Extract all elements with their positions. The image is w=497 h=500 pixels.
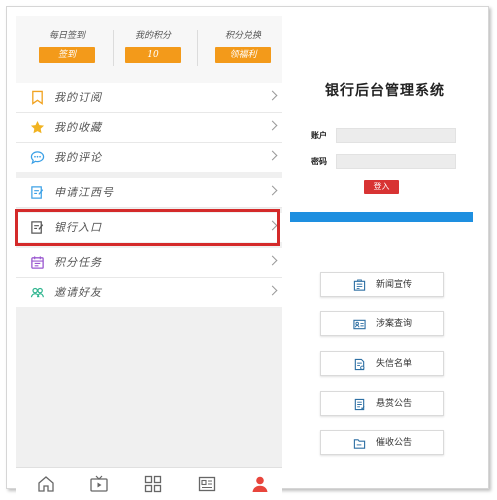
password-input[interactable] (336, 154, 456, 169)
edit-icon (31, 186, 44, 199)
phone-profile-panel: 每日签到 签到 我的积分 10 积分兑换 领福利 我的订阅 我的收藏 我的评论 … (16, 16, 282, 500)
chevron-right-icon (267, 150, 278, 161)
menu-item-apply-jiangxi[interactable]: 申请江西号 (16, 178, 282, 207)
chevron-right-icon (267, 90, 278, 101)
news-publicity-label: 新闻宣传 (376, 280, 413, 290)
profile-icon[interactable] (250, 474, 270, 494)
login-button[interactable]: 登入 (364, 180, 399, 194)
my-points-label: 我的积分 (134, 31, 171, 41)
reward-notice-button[interactable]: 悬赏公告 (320, 391, 444, 416)
friends-icon (30, 287, 45, 298)
dishonest-list-label: 失信名单 (376, 359, 413, 369)
menu-item-subscriptions[interactable]: 我的订阅 (16, 83, 282, 112)
divider (113, 30, 114, 66)
menu-item-favorites[interactable]: 我的收藏 (16, 113, 282, 142)
star-icon (30, 120, 45, 134)
admin-title: 银行后台管理系统 (325, 83, 445, 99)
points-value-button[interactable]: 10 (125, 47, 181, 63)
password-label: 密码 (311, 157, 327, 166)
home-icon[interactable] (36, 474, 56, 494)
folder-icon (353, 439, 366, 449)
points-exchange-label: 积分兑换 (224, 31, 261, 41)
comment-icon (30, 151, 45, 165)
grid-icon[interactable] (143, 474, 163, 494)
chevron-right-icon (267, 285, 278, 296)
case-query-label: 涉案查询 (376, 319, 413, 329)
video-icon[interactable] (89, 474, 109, 494)
document-icon (354, 358, 365, 371)
chevron-right-icon (267, 120, 278, 131)
dishonest-list-button[interactable]: 失信名单 (320, 351, 444, 376)
chevron-right-icon (267, 185, 278, 196)
calendar-icon (31, 256, 44, 269)
menu-label: 邀请好友 (54, 286, 102, 299)
id-card-icon (353, 319, 366, 330)
menu-label: 我的订阅 (54, 91, 102, 104)
news-icon[interactable] (197, 474, 217, 494)
bottom-tab-bar (16, 467, 282, 500)
daily-checkin: 每日签到 签到 (37, 30, 97, 63)
menu-item-points-tasks[interactable]: 积分任务 (16, 248, 282, 277)
menu-label: 积分任务 (54, 256, 102, 269)
menu-label: 我的收藏 (54, 121, 102, 134)
news-publicity-button[interactable]: 新闻宣传 (320, 272, 444, 297)
menu-label: 我的评论 (54, 151, 102, 164)
get-benefits-button[interactable]: 领福利 (215, 47, 271, 63)
collection-notice-label: 催收公告 (376, 438, 413, 448)
daily-checkin-label: 每日签到 (48, 31, 85, 41)
stats-bar: 每日签到 签到 我的积分 10 积分兑换 领福利 (16, 16, 282, 86)
news-icon (353, 279, 366, 291)
menu-item-invite-friends[interactable]: 邀请好友 (16, 278, 282, 307)
case-query-button[interactable]: 涉案查询 (320, 311, 444, 336)
my-points: 我的积分 10 (123, 30, 183, 63)
bookmark-icon (32, 90, 43, 105)
divider (197, 30, 198, 66)
divider (16, 207, 282, 208)
chevron-right-icon (267, 255, 278, 266)
menu-item-comments[interactable]: 我的评论 (16, 143, 282, 172)
bank-entry-highlight (15, 209, 280, 246)
points-exchange: 积分兑换 领福利 (213, 30, 273, 63)
blue-divider-bar (290, 212, 473, 222)
reward-notice-label: 悬赏公告 (376, 399, 413, 409)
checkin-button[interactable]: 签到 (39, 47, 95, 63)
list-icon (354, 398, 365, 411)
menu-label: 申请江西号 (54, 186, 114, 199)
account-label: 账户 (311, 131, 327, 140)
collection-notice-button[interactable]: 催收公告 (320, 430, 444, 455)
account-input[interactable] (336, 128, 456, 143)
